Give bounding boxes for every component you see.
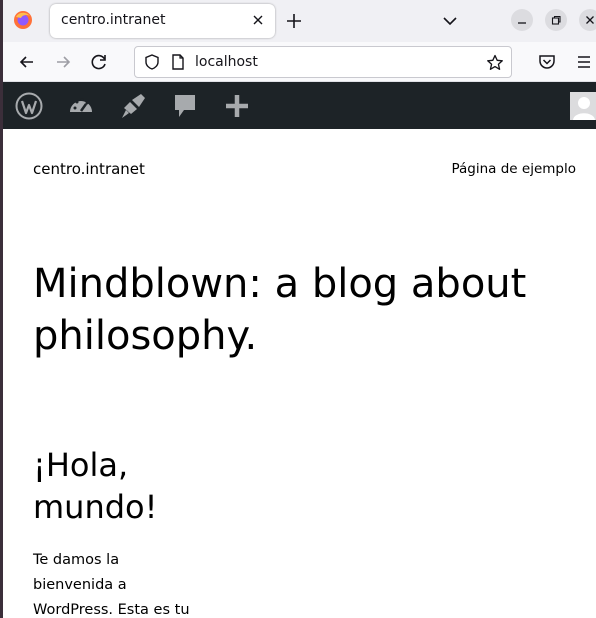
- new-tab-icon[interactable]: [282, 9, 306, 33]
- restore-button[interactable]: [545, 9, 567, 31]
- customize-icon[interactable]: [67, 92, 95, 120]
- minimize-icon: [518, 22, 526, 24]
- new-content-icon[interactable]: [223, 92, 251, 120]
- site-tagline: Mindblown: a blog about philosophy.: [33, 261, 527, 359]
- navigation-toolbar: localhost: [3, 42, 596, 82]
- brush-icon[interactable]: [119, 92, 147, 120]
- star-icon[interactable]: [485, 53, 505, 73]
- back-arrow-icon[interactable]: [16, 51, 38, 73]
- minimize-button[interactable]: [511, 9, 533, 31]
- comments-icon[interactable]: [171, 92, 199, 120]
- restore-icon: [551, 15, 561, 25]
- pocket-icon[interactable]: [536, 51, 558, 73]
- shield-icon[interactable]: [143, 53, 161, 71]
- forward-arrow-icon[interactable]: [52, 51, 74, 73]
- browser-tab-bar: centro.intranet: [3, 0, 596, 42]
- wordpress-icon[interactable]: [15, 92, 43, 120]
- post-title[interactable]: ¡Hola, mundo!: [33, 444, 233, 528]
- active-tab[interactable]: centro.intranet: [50, 4, 275, 38]
- page-icon[interactable]: [169, 53, 187, 71]
- url-text[interactable]: localhost: [195, 54, 258, 70]
- user-icon: [570, 92, 596, 120]
- reload-icon[interactable]: [88, 51, 110, 73]
- site-title[interactable]: centro.intranet: [33, 160, 145, 178]
- firefox-icon[interactable]: [13, 10, 33, 30]
- chevron-down-icon[interactable]: [439, 10, 461, 32]
- post-excerpt: Te damos la bienvenida a WordPress. Esta…: [33, 552, 190, 618]
- avatar[interactable]: [570, 92, 596, 120]
- hamburger-menu-icon[interactable]: [573, 51, 595, 73]
- nav-link-sample-page[interactable]: Página de ejemplo: [451, 161, 576, 177]
- address-bar[interactable]: localhost: [134, 46, 512, 78]
- close-window-button[interactable]: [579, 9, 596, 31]
- tab-title: centro.intranet: [61, 12, 166, 28]
- close-tab-icon[interactable]: [249, 11, 267, 29]
- close-icon: [586, 16, 594, 24]
- wp-admin-bar: [3, 82, 596, 129]
